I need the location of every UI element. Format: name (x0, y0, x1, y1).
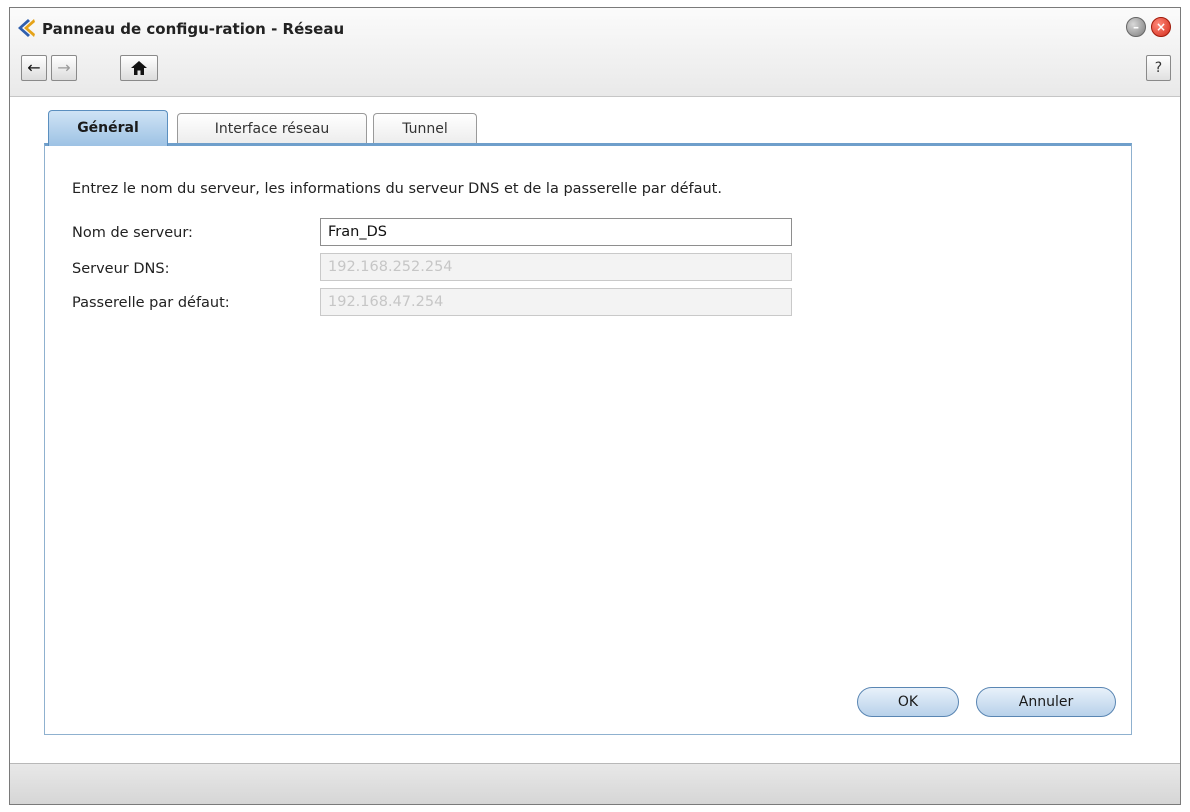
status-bar (10, 763, 1180, 804)
tab-tunnel[interactable]: Tunnel (373, 113, 477, 144)
back-button[interactable]: ← (21, 55, 47, 81)
server-name-label: Nom de serveur: (72, 225, 193, 241)
help-button[interactable]: ? (1146, 55, 1171, 81)
tab-interface-reseau[interactable]: Interface réseau (177, 113, 367, 144)
ok-button[interactable]: OK (857, 687, 959, 717)
gateway-label: Passerelle par défaut: (72, 295, 230, 311)
home-button[interactable] (120, 55, 158, 81)
cancel-button[interactable]: Annuler (976, 687, 1116, 717)
close-icon[interactable]: × (1151, 17, 1171, 37)
forward-button[interactable]: → (51, 55, 77, 81)
gateway-input (320, 288, 792, 316)
minimize-icon[interactable]: – (1126, 17, 1146, 37)
home-icon (131, 61, 147, 75)
title-bar: Panneau de configu-ration - Réseau – × ←… (10, 8, 1180, 97)
arrow-right-icon: → (57, 58, 71, 77)
tab-general[interactable]: Général (48, 110, 168, 146)
dns-server-input (320, 253, 792, 281)
intro-text: Entrez le nom du serveur, les informatio… (72, 181, 722, 197)
window-title: Panneau de configu-ration - Réseau (42, 20, 345, 38)
arrow-left-icon: ← (27, 58, 41, 77)
synology-x-icon (18, 19, 35, 37)
server-name-input[interactable] (320, 218, 792, 246)
dns-server-label: Serveur DNS: (72, 261, 170, 277)
